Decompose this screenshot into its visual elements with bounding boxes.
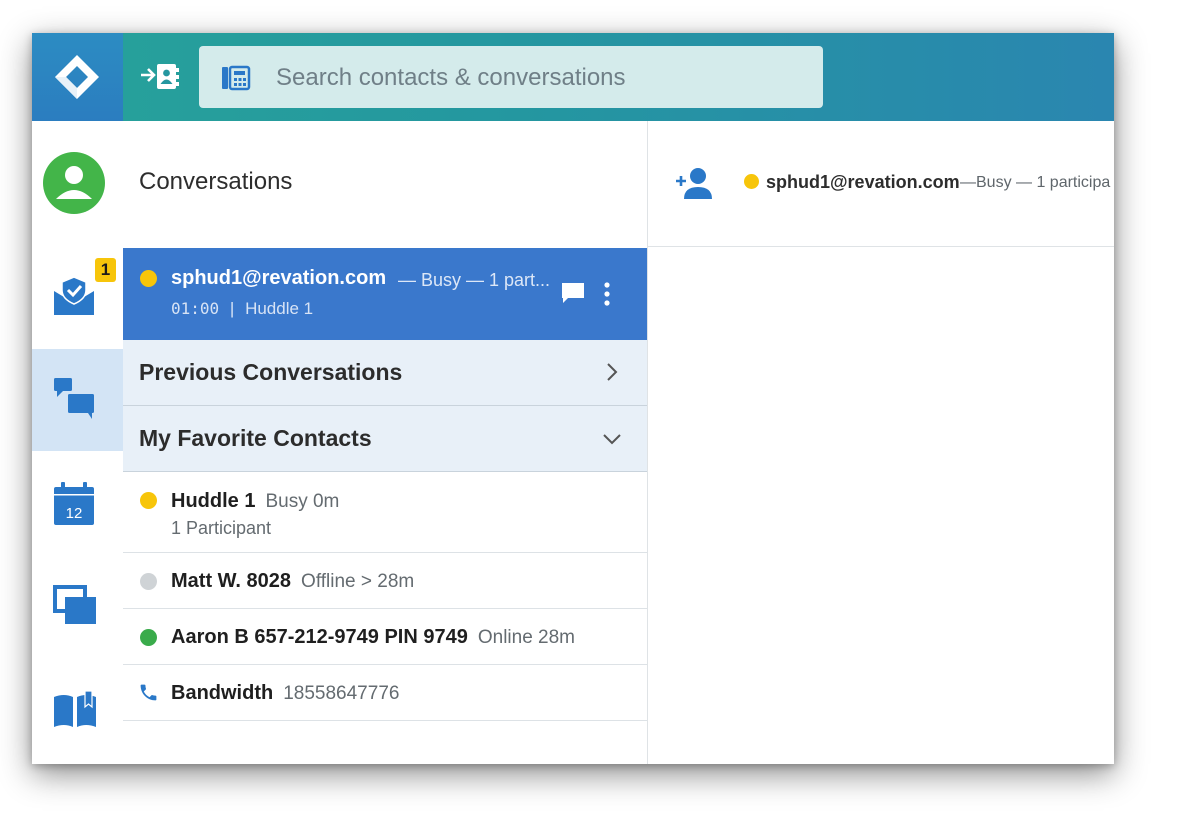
search-bar: [199, 46, 823, 108]
contacts-panel-button[interactable]: [139, 62, 181, 97]
calendar-day-label: 12: [66, 505, 83, 522]
search-input[interactable]: [274, 60, 798, 96]
contact-subtext: 1 Participant: [171, 518, 272, 538]
nav-conversations[interactable]: [32, 349, 123, 451]
contact-status: Busy 0m: [265, 491, 340, 512]
chevron-down-icon: [603, 434, 621, 445]
chat-bubbles-icon: [54, 378, 94, 419]
active-conversation-status: — Busy — 1 part...: [398, 270, 551, 290]
conversation-location: Huddle 1: [245, 299, 314, 318]
contact-item[interactable]: Huddle 1 Busy 0m 1 Participant: [123, 472, 647, 553]
call-timer: 01:00: [171, 299, 220, 318]
previous-conversations-label: Previous Conversations: [139, 359, 403, 385]
contact-item[interactable]: Bandwidth 18558647776: [123, 665, 647, 721]
chevron-right-icon: [607, 363, 618, 381]
details-separator: |: [229, 299, 235, 318]
conversations-panel: Conversations sphud1@revation.com — Busy…: [123, 121, 648, 764]
contact-name-text: Bandwidth: [171, 682, 274, 704]
active-conversation-name: sphud1@revation.com: [171, 267, 387, 289]
busy-status-dot: [140, 492, 157, 509]
busy-status-dot: [744, 174, 759, 189]
notification-badge: 1: [95, 258, 116, 282]
contact-name: Matt W. 8028 Offline > 28m: [171, 570, 414, 593]
app-window: 1 12: [32, 33, 1114, 764]
contact-name: Bandwidth 18558647776: [171, 682, 399, 705]
offline-status-dot: [140, 573, 157, 590]
favorite-contacts-section[interactable]: My Favorite Contacts: [123, 406, 647, 472]
phone-directory-icon: [221, 65, 251, 96]
diamond-logo-icon: [55, 55, 99, 99]
favorite-contacts-label: My Favorite Contacts: [139, 425, 372, 451]
nav-profile[interactable]: [32, 121, 123, 223]
busy-status-dot: [140, 270, 157, 287]
calendar-icon: 12: [54, 482, 94, 525]
conversation-detail-header: sphud1@revation.com —Busy — 1 participa: [648, 121, 1114, 247]
screen-share-icon: [53, 585, 96, 624]
app-logo[interactable]: [32, 33, 123, 121]
contact-name-text: Huddle 1: [171, 490, 256, 512]
contact-name: Huddle 1 Busy 0m: [171, 490, 339, 513]
more-options-icon[interactable]: [603, 281, 611, 312]
participant-status: —Busy — 1 participa: [960, 174, 1111, 191]
contacts-book-icon: [141, 64, 179, 89]
contact-status: Offline > 28m: [301, 571, 415, 592]
add-participant-icon[interactable]: [674, 166, 714, 205]
nav-screens[interactable]: [32, 553, 123, 655]
contact-name-text: Matt W. 8028: [171, 570, 292, 592]
active-conversation-details: 01:00 | Huddle 1: [171, 299, 313, 319]
chat-message-icon[interactable]: [560, 281, 586, 310]
contact-item[interactable]: Aaron B 657-212-9749 PIN 9749 Online 28m: [123, 609, 647, 665]
participant-name: sphud1@revation.com: [766, 172, 960, 192]
nav-calendar[interactable]: 12: [32, 451, 123, 553]
panel-title: Conversations: [139, 168, 293, 195]
verified-inbox-icon: [54, 276, 94, 315]
contact-phone-number: 18558647776: [283, 683, 400, 704]
contact-item[interactable]: Matt W. 8028 Offline > 28m: [123, 553, 647, 609]
user-avatar-icon: [43, 152, 105, 214]
top-bar: [32, 33, 1114, 121]
contact-name-text: Aaron B 657-212-9749 PIN 9749: [171, 626, 468, 648]
left-nav-rail: 1 12: [32, 121, 124, 764]
contact-status: Online 28m: [477, 627, 576, 648]
online-status-dot: [140, 629, 157, 646]
active-conversation[interactable]: sphud1@revation.com — Busy — 1 part... 0…: [123, 248, 647, 340]
open-book-icon: [54, 690, 96, 727]
nav-knowledge[interactable]: [32, 655, 123, 757]
previous-conversations-section[interactable]: Previous Conversations: [123, 340, 647, 406]
phone-icon: [140, 684, 157, 701]
contact-name: Aaron B 657-212-9749 PIN 9749 Online 28m: [171, 626, 575, 649]
